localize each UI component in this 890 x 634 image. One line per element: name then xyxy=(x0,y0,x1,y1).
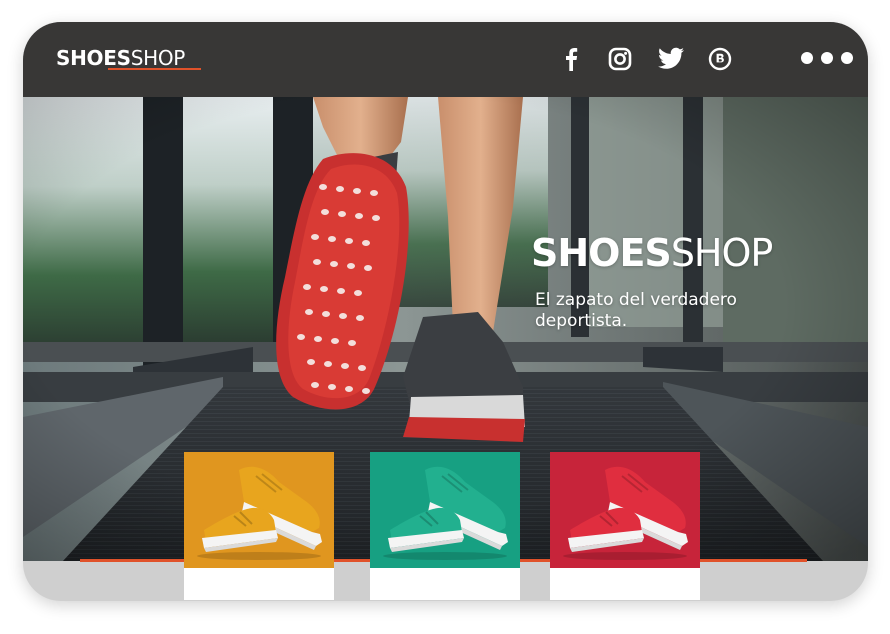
twitter-icon[interactable] xyxy=(656,46,686,72)
instagram-icon[interactable] xyxy=(607,46,633,72)
product-card-red[interactable] xyxy=(550,452,700,600)
product-card-orange[interactable] xyxy=(184,452,334,600)
logo-underline xyxy=(108,68,201,70)
sneaker-image xyxy=(184,452,334,568)
sneaker-image xyxy=(550,452,700,568)
hero-title: SHOESSHOP xyxy=(531,231,773,275)
app-window: SHOESSHOP SHOESSHOP El zapato del verdad… xyxy=(23,22,868,601)
product-photo xyxy=(184,452,334,568)
behance-icon[interactable] xyxy=(707,46,733,72)
accent-line-mid-2 xyxy=(520,559,550,562)
hero-tagline: El zapato del verdadero deportista. xyxy=(535,290,737,331)
accent-line-left xyxy=(80,559,184,562)
accent-line-mid-1 xyxy=(333,559,370,562)
facebook-icon[interactable] xyxy=(558,46,584,72)
more-dots-icon[interactable] xyxy=(801,50,853,66)
product-photo xyxy=(550,452,700,568)
product-card-teal[interactable] xyxy=(370,452,520,600)
product-photo xyxy=(370,452,520,568)
brand-logo[interactable]: SHOESSHOP xyxy=(56,46,185,70)
sneaker-image xyxy=(370,452,520,568)
accent-line-right xyxy=(699,559,807,562)
top-bar: SHOESSHOP xyxy=(23,22,868,97)
